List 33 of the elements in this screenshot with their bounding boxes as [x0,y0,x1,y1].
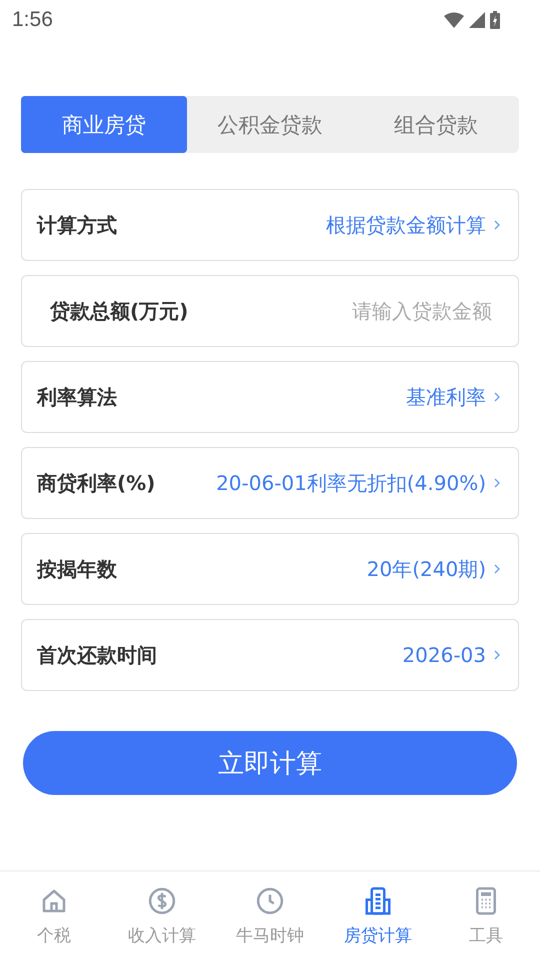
field-label: 商贷利率(%) [37,470,156,496]
field-value: 20年(240期) [366,556,486,582]
field-label: 计算方式 [37,212,117,238]
form-row[interactable]: 利率算法 基准利率 [21,361,519,433]
chevron-icon [494,564,500,574]
chevron-icon [494,650,500,660]
field-label: 贷款总额(万元) [48,298,188,324]
form-row[interactable]: 首次还款时间 2026-03 [21,619,519,691]
chevron-icon [494,478,500,488]
field-label: 利率算法 [37,384,117,410]
status-time: 1:56 [12,8,53,32]
clock-icon [255,886,285,916]
form-row[interactable]: 计算方式 根据贷款金额计算 [21,189,519,261]
tab[interactable]: 组合贷款 [353,96,519,153]
field-value: 基准利率 [406,384,486,410]
field-value: 2026-03 [402,643,486,667]
chevron-icon [494,392,500,402]
form-row[interactable]: 商贷利率(%) 20-06-01利率无折扣(4.90%) [21,447,519,519]
form-row[interactable]: 按揭年数 20年(240期) [21,533,519,605]
battery-icon [490,11,500,29]
chevron-icon [494,220,500,230]
input-field[interactable]: 请输入贷款金额 [188,299,500,323]
wifi-icon [444,12,464,28]
field-label: 首次还款时间 [37,642,157,668]
building-icon [363,886,393,916]
field-value: 根据贷款金额计算 [326,212,486,238]
calculate-button[interactable]: 立即计算 [23,731,517,795]
field-label: 按揭年数 [37,556,117,582]
signal-icon [469,12,485,28]
tab[interactable]: 公积金贷款 [187,96,353,153]
field-value: 20-06-01利率无折扣(4.90%) [216,470,486,496]
tab[interactable]: 商业房贷 [21,96,187,153]
dollar-icon [147,886,177,916]
